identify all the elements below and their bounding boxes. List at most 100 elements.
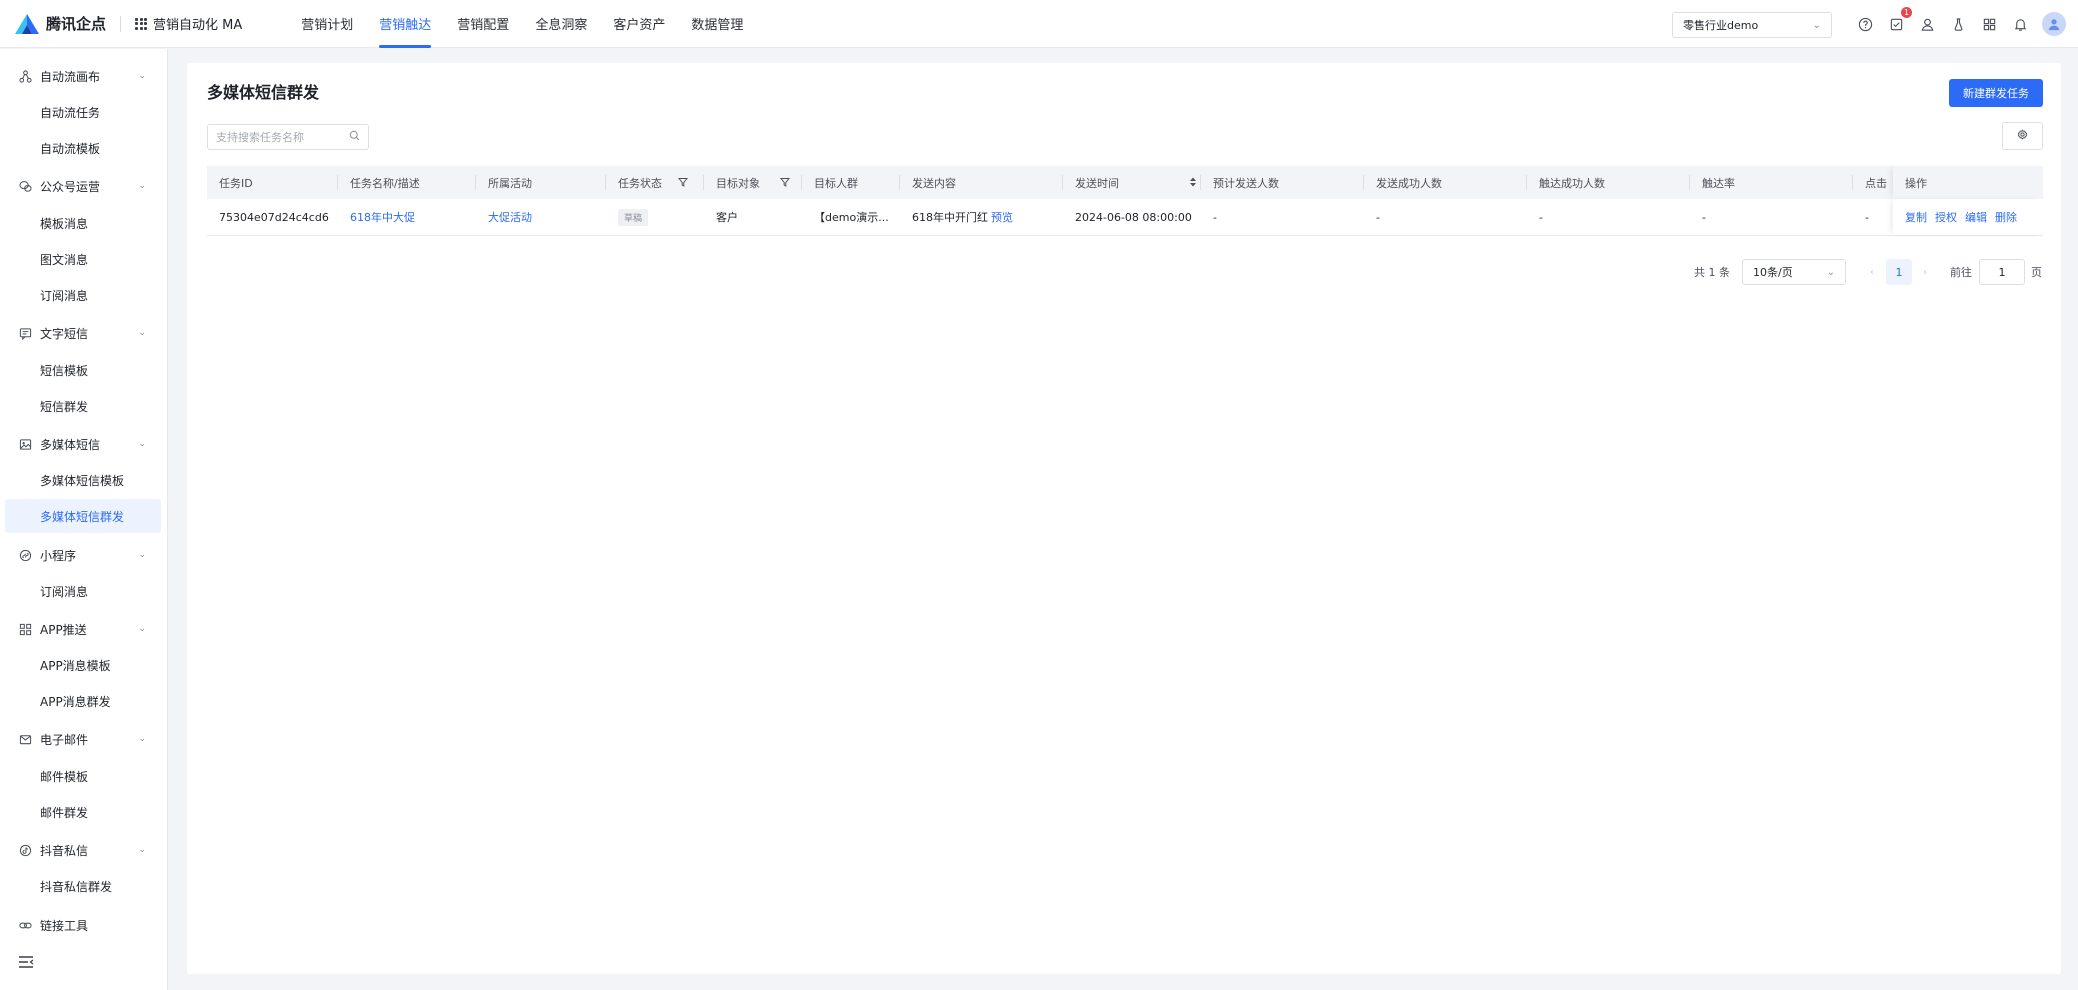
wechat-icon bbox=[18, 179, 32, 193]
sidebar-item-subscribe-message[interactable]: 订阅消息 bbox=[5, 278, 161, 312]
task-table: 任务ID 任务名称/描述 所属活动 任务状态 目标对象 目标人群 发送内容 发送… bbox=[207, 166, 2043, 236]
sidebar-group-label: 公众号运营 bbox=[40, 179, 101, 194]
sidebar-group-email[interactable]: 电子邮件 ⌄ bbox=[0, 721, 168, 757]
sidebar-group-app-push[interactable]: APP推送 ⌄ bbox=[0, 611, 168, 647]
bell-icon[interactable] bbox=[2011, 13, 2030, 35]
sidebar: 自动流画布 ⌄ 自动流任务 自动流模板 公众号运营 ⌄ 模板消息 图文消息 订阅… bbox=[0, 49, 168, 990]
sidebar-item-article-message[interactable]: 图文消息 bbox=[5, 242, 161, 276]
nav-data-management[interactable]: 数据管理 bbox=[678, 0, 756, 48]
product-name: 营销自动化 MA bbox=[153, 18, 243, 33]
sidebar-group-mms[interactable]: 多媒体短信 ⌄ bbox=[0, 426, 168, 462]
nav-insight[interactable]: 全息洞察 bbox=[522, 0, 600, 48]
column-header-reach-rate: 触达率 bbox=[1690, 166, 1853, 199]
sidebar-group-miniprogram[interactable]: 小程序 ⌄ bbox=[0, 537, 168, 573]
flow-icon bbox=[18, 69, 32, 83]
chevron-down-icon: ⌄ bbox=[138, 734, 146, 744]
cell-clicks: - bbox=[1865, 210, 1869, 224]
sidebar-item-mms-template[interactable]: 多媒体短信模板 bbox=[5, 463, 161, 497]
sidebar-item-flow-tasks[interactable]: 自动流任务 bbox=[5, 95, 161, 129]
page-size-select[interactable]: 10条/页 ⌄ bbox=[1742, 259, 1846, 285]
cell-reach-rate: - bbox=[1702, 210, 1706, 224]
sidebar-item-email-template[interactable]: 邮件模板 bbox=[5, 759, 161, 793]
miniprogram-icon bbox=[18, 548, 32, 562]
flask-icon[interactable] bbox=[1949, 13, 1968, 35]
logo[interactable]: 腾讯企点 bbox=[14, 13, 106, 35]
next-page-button[interactable]: › bbox=[1915, 259, 1935, 285]
sidebar-item-app-broadcast[interactable]: APP消息群发 bbox=[5, 684, 161, 718]
page-size-value: 10条/页 bbox=[1753, 266, 1793, 279]
sidebar-group-link-tool[interactable]: 链接工具 bbox=[0, 907, 168, 943]
activity-link[interactable]: 大促活动 bbox=[488, 209, 532, 225]
column-header-reach-ok: 触达成功人数 bbox=[1527, 166, 1690, 199]
preview-link[interactable]: 预览 bbox=[991, 209, 1013, 225]
filter-icon[interactable] bbox=[677, 177, 689, 190]
tenant-select[interactable]: 零售行业demo ⌄ bbox=[1672, 12, 1832, 38]
page-number-1[interactable]: 1 bbox=[1886, 259, 1912, 285]
sidebar-item-sms-template[interactable]: 短信模板 bbox=[5, 353, 161, 387]
prev-page-button[interactable]: ‹ bbox=[1862, 259, 1882, 285]
image-message-icon bbox=[18, 437, 32, 451]
column-header-content: 发送内容 bbox=[900, 166, 1063, 199]
sidebar-item-app-template[interactable]: APP消息模板 bbox=[5, 648, 161, 682]
sidebar-item-miniprogram-subscribe[interactable]: 订阅消息 bbox=[5, 574, 161, 608]
sidebar-group-douyin[interactable]: 抖音私信 ⌄ bbox=[0, 832, 168, 868]
cell-send-time: 2024-06-08 08:00:00 bbox=[1075, 210, 1192, 224]
sidebar-item-flow-templates[interactable]: 自动流模板 bbox=[5, 131, 161, 165]
sidebar-item-sms-broadcast[interactable]: 短信群发 bbox=[5, 389, 161, 423]
column-header-send-time: 发送时间 bbox=[1063, 166, 1201, 199]
nav-marketing-config[interactable]: 营销配置 bbox=[444, 0, 522, 48]
sidebar-item-douyin-broadcast[interactable]: 抖音私信群发 bbox=[5, 869, 161, 903]
sidebar-group-flow[interactable]: 自动流画布 ⌄ bbox=[0, 58, 168, 94]
product-switcher[interactable]: 营销自动化 MA bbox=[135, 14, 242, 33]
apps-grid-icon bbox=[135, 17, 148, 30]
help-icon[interactable] bbox=[1856, 13, 1875, 35]
table-header: 任务ID 任务名称/描述 所属活动 任务状态 目标对象 目标人群 发送内容 发送… bbox=[207, 166, 2043, 199]
authorize-button[interactable]: 授权 bbox=[1935, 209, 1957, 225]
column-settings-button[interactable] bbox=[2002, 122, 2043, 150]
copy-button[interactable]: 复制 bbox=[1905, 209, 1927, 225]
grid-icon bbox=[18, 622, 32, 636]
cell-status: 草稿 bbox=[606, 199, 704, 235]
avatar[interactable] bbox=[2042, 12, 2066, 36]
user-icon[interactable] bbox=[1918, 13, 1937, 35]
delete-button[interactable]: 删除 bbox=[1995, 209, 2017, 225]
column-header-actions: 操作 bbox=[1893, 166, 2043, 199]
logo-mark-icon bbox=[14, 13, 40, 35]
sidebar-group-label: APP推送 bbox=[40, 622, 87, 637]
tenant-value: 零售行业demo bbox=[1683, 19, 1759, 32]
new-broadcast-task-button[interactable]: 新建群发任务 bbox=[1949, 79, 2043, 107]
sort-icon[interactable] bbox=[1189, 176, 1197, 191]
sidebar-group-sms[interactable]: 文字短信 ⌄ bbox=[0, 315, 168, 351]
page-suffix: 页 bbox=[2031, 266, 2042, 279]
filter-icon[interactable] bbox=[779, 177, 791, 190]
cell-activity: 大促活动 bbox=[476, 199, 606, 235]
task-icon[interactable]: 1 bbox=[1887, 7, 1912, 35]
task-name-link[interactable]: 618年中大促 bbox=[350, 209, 415, 225]
edit-button[interactable]: 编辑 bbox=[1965, 209, 1987, 225]
main-nav: 营销计划 营销触达 营销配置 全息洞察 客户资产 数据管理 bbox=[288, 0, 756, 48]
apps-icon[interactable] bbox=[1980, 13, 1999, 35]
cell-actions: 复制 授权 编辑 删除 bbox=[1893, 199, 2043, 235]
sidebar-group-label: 链接工具 bbox=[40, 918, 89, 933]
chevron-down-icon: ⌄ bbox=[1812, 19, 1821, 31]
nav-marketing-reach[interactable]: 营销触达 bbox=[366, 0, 444, 48]
cell-audience: 【demo演示... bbox=[814, 211, 889, 224]
cell-reach-ok: - bbox=[1539, 210, 1543, 224]
top-icon-group: 1 bbox=[1856, 7, 2066, 36]
goto-page-input[interactable]: 1 bbox=[1979, 259, 2025, 285]
chevron-down-icon: ⌄ bbox=[138, 181, 146, 191]
search-icon[interactable] bbox=[349, 130, 360, 144]
douyin-icon bbox=[18, 843, 32, 857]
nav-customer-assets[interactable]: 客户资产 bbox=[600, 0, 678, 48]
link-icon bbox=[18, 918, 32, 932]
nav-marketing-plan[interactable]: 营销计划 bbox=[288, 0, 366, 48]
main-content: 多媒体短信群发 新建群发任务 任务ID 任务名称/描述 所属活动 任务状态 目标… bbox=[187, 63, 2061, 974]
column-header-activity: 所属活动 bbox=[476, 166, 606, 199]
sidebar-item-mms-broadcast[interactable]: 多媒体短信群发 bbox=[5, 499, 161, 533]
sidebar-item-email-broadcast[interactable]: 邮件群发 bbox=[5, 795, 161, 829]
sidebar-group-wechat[interactable]: 公众号运营 ⌄ bbox=[0, 168, 168, 204]
cell-expected: - bbox=[1213, 210, 1217, 224]
collapse-sidebar-icon[interactable] bbox=[18, 955, 34, 969]
sidebar-item-template-message[interactable]: 模板消息 bbox=[5, 206, 161, 240]
search-input[interactable] bbox=[216, 130, 349, 144]
